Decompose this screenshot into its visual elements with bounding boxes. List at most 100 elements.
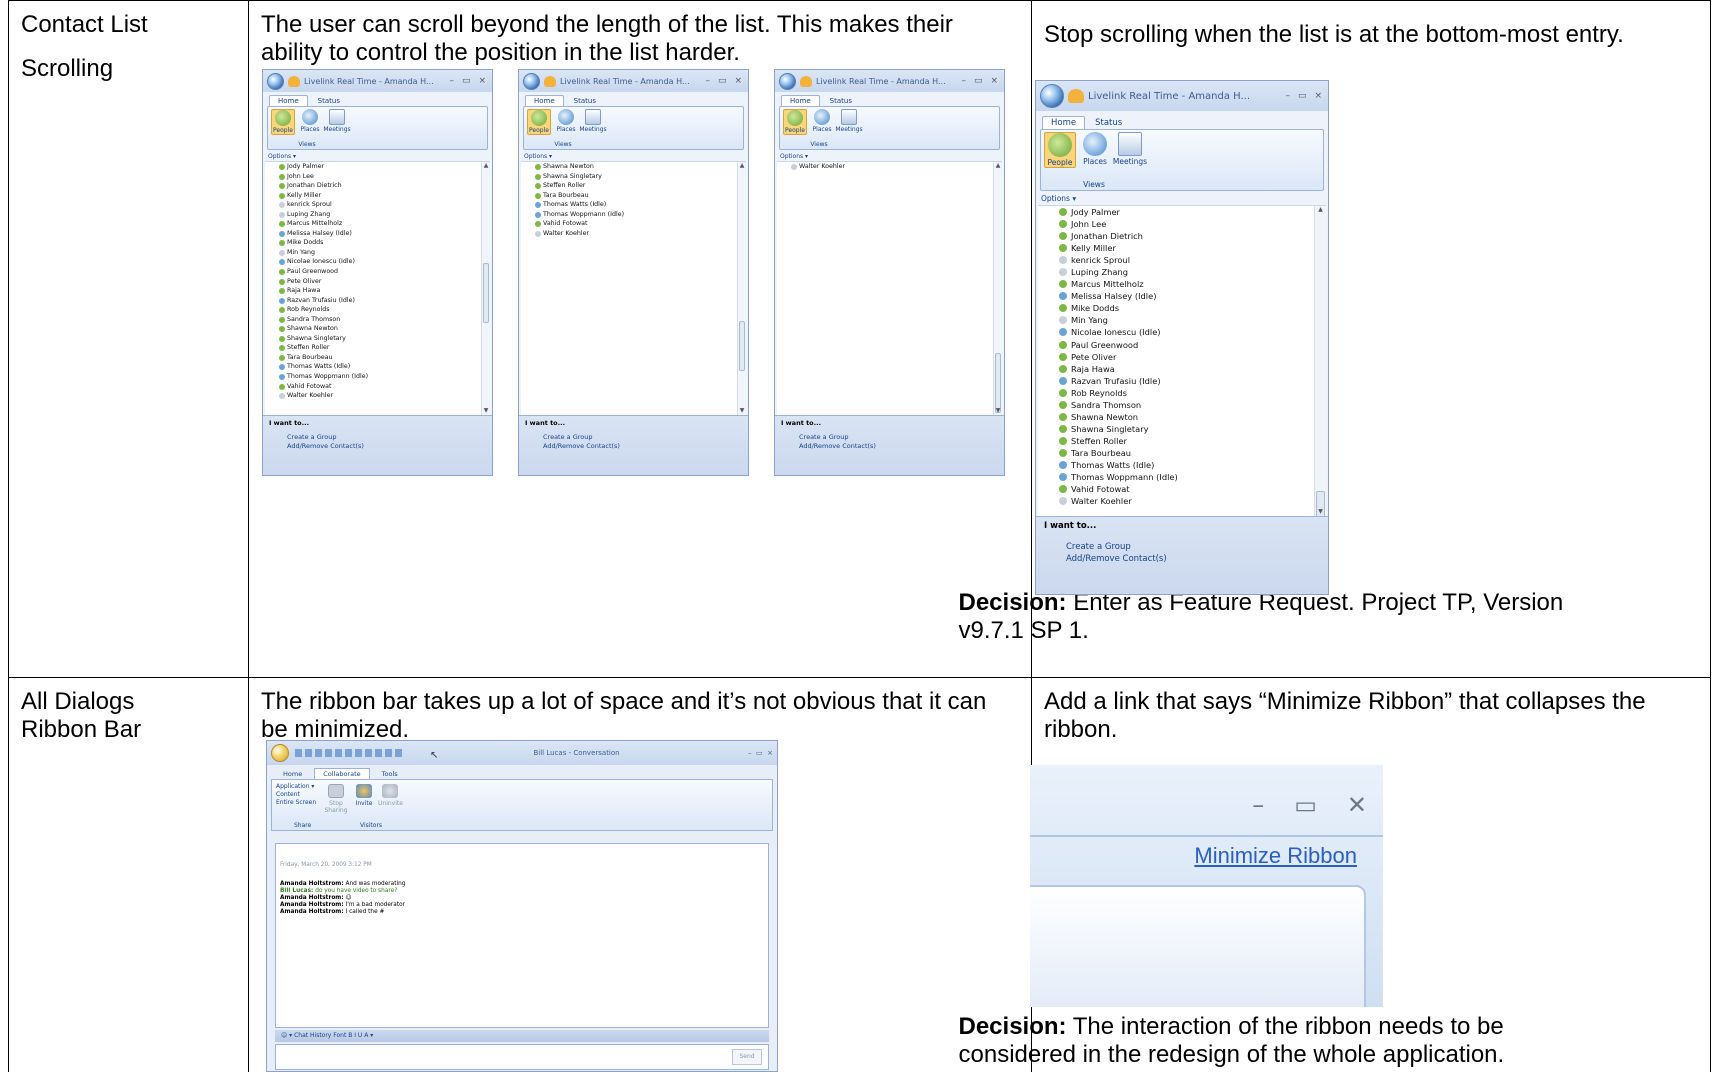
tab-home[interactable]: Home <box>275 769 310 779</box>
scroll-down-icon[interactable]: ▼ <box>1315 508 1326 516</box>
format-toolbar[interactable]: ☺ ▾ Chat History Font B I U A ▾ <box>275 1030 769 1042</box>
tab-status[interactable]: Status <box>566 96 604 106</box>
maximize-icon[interactable]: ▭ <box>460 76 473 86</box>
contact-item[interactable]: Thomas Woppmann (Idle) <box>265 372 490 382</box>
contact-item[interactable]: Thomas Watts (Idle) <box>1038 459 1326 471</box>
contact-item[interactable]: Shawna Newton <box>265 324 490 334</box>
status-person-icon[interactable] <box>1068 89 1084 103</box>
options-menu[interactable]: Options ▾ <box>1036 191 1328 205</box>
share-application-button[interactable]: Application ▾ <box>276 783 316 791</box>
maximize-icon[interactable]: ▭ <box>972 76 985 86</box>
contact-list[interactable]: Walter Koehler ▲ ▼ <box>777 161 1002 415</box>
add-remove-contacts-link[interactable]: Add/Remove Contact(s) <box>525 442 742 451</box>
status-person-icon[interactable] <box>288 75 300 87</box>
people-button[interactable]: People <box>1044 132 1076 168</box>
contact-item[interactable]: Pete Oliver <box>1038 351 1326 363</box>
contact-item[interactable]: Luping Zhang <box>265 210 490 220</box>
app-orb-icon[interactable] <box>267 72 284 90</box>
status-person-icon[interactable] <box>544 75 556 87</box>
places-button[interactable]: Places <box>298 109 322 133</box>
places-button[interactable]: Places <box>1079 132 1111 166</box>
tab-status[interactable]: Status <box>310 96 348 106</box>
contact-item[interactable]: Shawna Newton <box>1038 411 1326 423</box>
contact-item[interactable]: Marcus Mittelholz <box>1038 278 1326 290</box>
contact-item[interactable]: Raja Hawa <box>1038 363 1326 375</box>
contact-item[interactable]: John Lee <box>1038 218 1326 230</box>
contact-item[interactable]: Shawna Newton <box>521 162 746 172</box>
contact-item[interactable]: Thomas Woppmann (Idle) <box>1038 471 1326 483</box>
message-input[interactable]: Send <box>275 1044 769 1070</box>
add-remove-contacts-link[interactable]: Add/Remove Contact(s) <box>1044 553 1320 565</box>
meetings-button[interactable]: Meetings <box>579 109 607 133</box>
contact-item[interactable]: Tara Bourbeau <box>265 353 490 363</box>
contact-item[interactable]: Steffen Roller <box>521 181 746 191</box>
minimize-icon[interactable]: – <box>703 76 712 86</box>
contact-item[interactable]: Vahid Fotowat <box>521 219 746 229</box>
contact-item[interactable]: Shawna Singletary <box>265 334 490 344</box>
scroll-down-icon[interactable]: ▼ <box>482 407 490 415</box>
i-want-to-header[interactable]: I want to... <box>525 419 742 427</box>
maximize-icon[interactable]: ▭ <box>1294 791 1317 819</box>
contact-item[interactable]: Razvan Trufasiu (Idle) <box>265 296 490 306</box>
close-icon[interactable]: × <box>988 76 1000 86</box>
contact-item[interactable]: Thomas Woppmann (Idle) <box>521 210 746 220</box>
scroll-up-icon[interactable]: ▲ <box>1315 206 1326 214</box>
contact-item[interactable]: Kelly Miller <box>265 191 490 201</box>
tab-home[interactable]: Home <box>269 95 308 106</box>
maximize-icon[interactable]: ▭ <box>1296 91 1309 101</box>
tab-home[interactable]: Home <box>525 95 564 106</box>
contact-item[interactable]: Min Yang <box>1038 314 1326 326</box>
close-icon[interactable]: ✕ <box>1347 791 1367 819</box>
scroll-up-icon[interactable]: ▲ <box>482 162 490 170</box>
contact-item[interactable]: Walter Koehler <box>777 162 1002 172</box>
contact-item[interactable]: Vahid Fotowat <box>265 382 490 392</box>
contact-item[interactable]: Rob Reynolds <box>1038 387 1326 399</box>
contact-item[interactable]: Shawna Singletary <box>1038 423 1326 435</box>
contact-item[interactable]: Nicolae Ionescu (Idle) <box>1038 326 1326 338</box>
contact-item[interactable]: Nicolae Ionescu (Idle) <box>265 257 490 267</box>
scroll-up-icon[interactable]: ▲ <box>994 162 1002 170</box>
contact-item[interactable]: Paul Greenwood <box>265 267 490 277</box>
contact-item[interactable]: Steffen Roller <box>265 343 490 353</box>
create-group-link[interactable]: Create a Group <box>1044 541 1320 553</box>
tab-status[interactable]: Status <box>822 96 860 106</box>
close-icon[interactable]: × <box>732 76 744 86</box>
tab-home[interactable]: Home <box>1042 116 1086 129</box>
app-orb-icon[interactable] <box>271 744 289 762</box>
i-want-to-header[interactable]: I want to... <box>781 419 998 427</box>
contact-item[interactable]: Paul Greenwood <box>1038 339 1326 351</box>
meetings-button[interactable]: Meetings <box>835 109 863 133</box>
stop-sharing-button[interactable]: Stop Sharing <box>324 784 348 814</box>
vertical-scrollbar[interactable]: ▲ ▼ <box>737 162 746 415</box>
contact-item[interactable]: Rob Reynolds <box>265 305 490 315</box>
contact-item[interactable]: Mike Dodds <box>265 238 490 248</box>
contact-item[interactable]: kenrick Sproul <box>1038 254 1326 266</box>
contact-item[interactable]: Jonathan Dietrich <box>1038 230 1326 242</box>
scroll-up-icon[interactable]: ▲ <box>738 162 746 170</box>
contact-item[interactable]: Tara Bourbeau <box>1038 447 1326 459</box>
scroll-thumb[interactable] <box>483 262 489 323</box>
people-button[interactable]: People <box>527 109 551 135</box>
contact-item[interactable]: Walter Koehler <box>521 229 746 239</box>
add-remove-contacts-link[interactable]: Add/Remove Contact(s) <box>269 442 486 451</box>
tab-home[interactable]: Home <box>781 95 820 106</box>
contact-item[interactable]: Sandra Thomson <box>1038 399 1326 411</box>
contact-item[interactable]: kenrick Sproul <box>265 200 490 210</box>
contact-item[interactable]: Steffen Roller <box>1038 435 1326 447</box>
send-button[interactable]: Send <box>732 1049 762 1065</box>
app-orb-icon[interactable] <box>523 72 540 90</box>
contact-item[interactable]: Kelly Miller <box>1038 242 1326 254</box>
places-button[interactable]: Places <box>554 109 578 133</box>
contact-list[interactable]: Jody Palmer John Lee Jonathan Dietrich Kell… <box>1038 205 1326 516</box>
minimize-icon[interactable]: – <box>447 76 456 86</box>
tab-status[interactable]: Status <box>1087 117 1130 129</box>
people-button[interactable]: People <box>271 109 295 135</box>
contact-item[interactable]: Walter Koehler <box>265 391 490 401</box>
contact-item[interactable]: Melissa Halsey (Idle) <box>265 229 490 239</box>
add-remove-contacts-link[interactable]: Add/Remove Contact(s) <box>781 442 998 451</box>
create-group-link[interactable]: Create a Group <box>269 433 486 442</box>
contact-item[interactable]: Luping Zhang <box>1038 266 1326 278</box>
status-person-icon[interactable] <box>800 75 812 87</box>
options-menu[interactable]: Options ▾ <box>775 150 1004 161</box>
meetings-button[interactable]: Meetings <box>323 109 351 133</box>
